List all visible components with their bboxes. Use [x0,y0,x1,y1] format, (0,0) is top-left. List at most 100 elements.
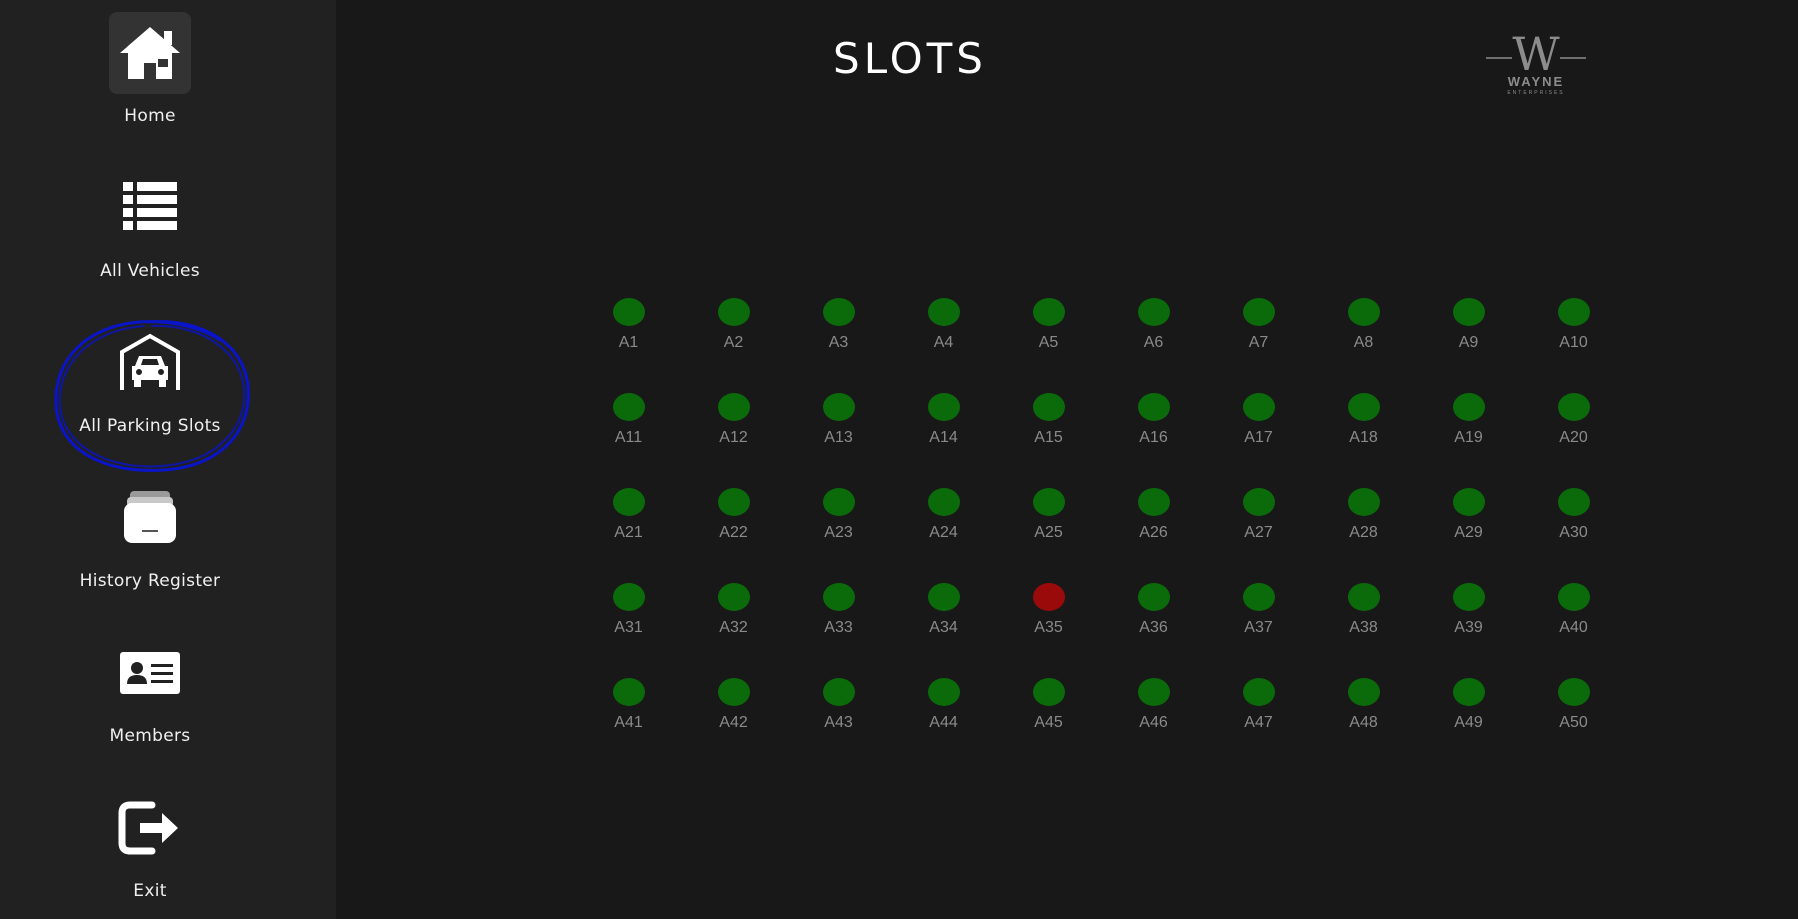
parking-slot[interactable]: A25 [996,488,1101,583]
parking-slot[interactable]: A4 [891,298,996,393]
slot-label: A33 [824,619,853,636]
sidebar-item-history-register[interactable]: History Register [0,477,300,617]
parking-slot[interactable]: A2 [681,298,786,393]
parking-slot[interactable]: A34 [891,583,996,678]
sidebar-item-all-vehicles[interactable]: All Vehicles [0,167,300,307]
parking-slot[interactable]: A12 [681,393,786,488]
parking-slot[interactable]: A29 [1416,488,1521,583]
slot-label: A7 [1248,334,1269,351]
parking-slot[interactable]: A50 [1521,678,1626,773]
parking-slot[interactable]: A14 [891,393,996,488]
slot-label: A8 [1353,334,1374,351]
sidebar-item-members[interactable]: Members [0,632,300,772]
parking-slot[interactable]: A49 [1416,678,1521,773]
parking-slot[interactable]: A7 [1206,298,1311,393]
sidebar-item-exit[interactable]: Exit [0,787,300,919]
slot-available-indicator [927,678,960,706]
slot-label: A14 [929,429,958,446]
slot-available-indicator [1137,298,1170,326]
parking-slot[interactable]: A18 [1311,393,1416,488]
slot-label: A37 [1244,619,1273,636]
parking-slot[interactable]: A47 [1206,678,1311,773]
parking-slot[interactable]: A21 [576,488,681,583]
slot-label: A18 [1349,429,1378,446]
parking-slot[interactable]: A5 [996,298,1101,393]
parking-slot[interactable]: A28 [1311,488,1416,583]
slot-available-indicator [927,583,960,611]
parking-slot[interactable]: A3 [786,298,891,393]
archive-box-icon [109,477,191,559]
parking-slot[interactable]: A15 [996,393,1101,488]
parking-slot[interactable]: A37 [1206,583,1311,678]
parking-slot[interactable]: A8 [1311,298,1416,393]
sidebar-item-home[interactable]: Home [0,12,300,152]
parking-slot[interactable]: A45 [996,678,1101,773]
logo-tagline: ENTERPRISES [1507,90,1564,96]
slot-label: A47 [1244,714,1273,731]
parking-slot[interactable]: A11 [576,393,681,488]
slot-available-indicator [1347,678,1380,706]
slot-label: A49 [1454,714,1483,731]
parking-slot[interactable]: A39 [1416,583,1521,678]
slot-label: A24 [929,524,958,541]
slot-label: A15 [1034,429,1063,446]
parking-slot[interactable]: A33 [786,583,891,678]
sidebar-item-all-parking-slots[interactable]: All Parking Slots [0,322,300,462]
parking-slot[interactable]: A41 [576,678,681,773]
parking-slot[interactable]: A24 [891,488,996,583]
slot-available-indicator [1032,298,1065,326]
parking-slot[interactable]: A13 [786,393,891,488]
parking-slot[interactable]: A38 [1311,583,1416,678]
slot-label: A26 [1139,524,1168,541]
parking-slot[interactable]: A31 [576,583,681,678]
slot-label: A9 [1458,334,1479,351]
slot-available-indicator [1347,583,1380,611]
slot-label: A21 [614,524,643,541]
parking-slot[interactable]: A44 [891,678,996,773]
slot-label: A10 [1559,334,1588,351]
parking-slot[interactable]: A46 [1101,678,1206,773]
slot-available-indicator [822,678,855,706]
sidebar-item-label: All Vehicles [100,261,200,281]
slot-available-indicator [1452,393,1485,421]
slot-available-indicator [1032,393,1065,421]
parking-slot[interactable]: A16 [1101,393,1206,488]
sidebar-item-label: All Parking Slots [79,416,221,436]
parking-slot[interactable]: A22 [681,488,786,583]
parking-slot[interactable]: A30 [1521,488,1626,583]
slot-label: A17 [1244,429,1273,446]
parking-slot[interactable]: A40 [1521,583,1626,678]
parking-slot[interactable]: A20 [1521,393,1626,488]
slot-label: A35 [1034,619,1063,636]
parking-slot[interactable]: A9 [1416,298,1521,393]
slot-label: A31 [614,619,643,636]
slot-label: A28 [1349,524,1378,541]
parking-slot[interactable]: A1 [576,298,681,393]
slot-available-indicator [1242,583,1275,611]
slot-label: A36 [1139,619,1168,636]
parking-slot[interactable]: A10 [1521,298,1626,393]
sidebar-item-label: Home [124,106,176,126]
slot-available-indicator [1242,298,1275,326]
sidebar-item-label: Members [109,726,191,746]
parking-slot[interactable]: A26 [1101,488,1206,583]
slot-label: A45 [1034,714,1063,731]
parking-slot[interactable]: A35 [996,583,1101,678]
parking-slot[interactable]: A42 [681,678,786,773]
parking-slot[interactable]: A36 [1101,583,1206,678]
parking-slot[interactable]: A27 [1206,488,1311,583]
parking-slot[interactable]: A43 [786,678,891,773]
slot-label: A23 [824,524,853,541]
parking-slot[interactable]: A23 [786,488,891,583]
slot-available-indicator [1557,488,1590,516]
parking-slot[interactable]: A6 [1101,298,1206,393]
slot-label: A4 [933,334,954,351]
parking-slot[interactable]: A48 [1311,678,1416,773]
parking-app: Home All Vehicles All Parking Slots Hist… [0,0,1798,919]
parking-slot[interactable]: A19 [1416,393,1521,488]
slot-available-indicator [1242,488,1275,516]
parking-slot[interactable]: A32 [681,583,786,678]
slot-label: A39 [1454,619,1483,636]
slot-available-indicator [612,393,645,421]
parking-slot[interactable]: A17 [1206,393,1311,488]
